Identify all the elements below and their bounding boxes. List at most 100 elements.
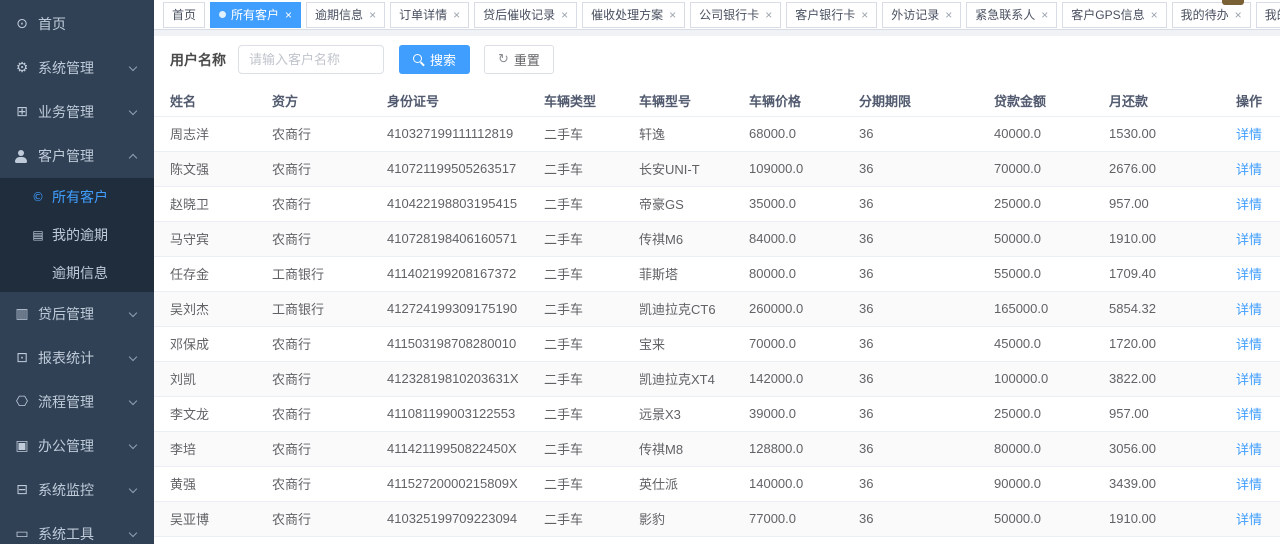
cell-installment_term: 36 [859, 116, 994, 151]
tab-home[interactable]: 首页 [163, 2, 205, 28]
cell-vehicle_price: 68000.0 [749, 116, 859, 151]
tab-visit-records[interactable]: 外访记录 × [882, 2, 961, 28]
sidebar-item-system-monitor[interactable]: ⊟系统监控 [0, 468, 154, 512]
tab-customer-gps[interactable]: 客户GPS信息 × [1062, 2, 1166, 28]
detail-link[interactable]: 详情 [1236, 267, 1262, 282]
close-icon[interactable]: × [1235, 9, 1242, 21]
search-input[interactable] [238, 45, 384, 74]
cell-monthly_payment: 3822.00 [1109, 361, 1200, 396]
sidebar-item-system-mgmt[interactable]: ⚙系统管理 [0, 46, 154, 90]
tab-company-card[interactable]: 公司银行卡× [690, 2, 781, 28]
close-icon[interactable]: × [369, 9, 376, 21]
sidebar-item-business-mgmt[interactable]: ⊞业务管理 [0, 90, 154, 134]
cell-monthly_payment: 1720.00 [1109, 326, 1200, 361]
cell-funder: 农商行 [272, 116, 387, 151]
tab-customer-card[interactable]: 客户银行卡× [786, 2, 877, 28]
detail-link[interactable]: 详情 [1236, 512, 1262, 527]
sidebar-item-system-tools[interactable]: ▭系统工具 [0, 512, 154, 544]
cell-name: 赵晓卫 [154, 186, 272, 221]
tab-collect-records[interactable]: 贷后催收记录× [474, 2, 577, 28]
cell-id_number: 410422198803195415 [387, 186, 544, 221]
cell-vehicle_price: 142000.0 [749, 361, 859, 396]
cell-id_number: 410322199011220514 [387, 536, 544, 544]
close-icon[interactable]: × [765, 9, 772, 21]
detail-link[interactable]: 详情 [1236, 197, 1262, 212]
cell-vehicle_model: 远景X3 [639, 396, 749, 431]
table-row: 李明阳农商行410322199011220514二手车轩逸65000.03640… [154, 536, 1280, 544]
cell-vehicle_type: 二手车 [544, 186, 639, 221]
tab-collect-plan[interactable]: 催收处理方案× [582, 2, 685, 28]
tab-label: 我的待办 [1181, 6, 1229, 23]
detail-link[interactable]: 详情 [1236, 407, 1262, 422]
cell-installment_term: 36 [859, 186, 994, 221]
tab-label: 逾期信息 [315, 6, 363, 23]
tab-label: 首页 [172, 6, 196, 23]
close-icon[interactable]: × [669, 9, 676, 21]
cell-installment_term: 36 [859, 221, 994, 256]
sidebar-item-office-mgmt[interactable]: ▣办公管理 [0, 424, 154, 468]
detail-link[interactable]: 详情 [1236, 127, 1262, 142]
tab-my-todo[interactable]: 我的待办 × [1172, 2, 1251, 28]
close-icon[interactable]: × [1041, 9, 1048, 21]
sidebar-item-home[interactable]: ⊙首页 [0, 2, 154, 46]
cell-vehicle_model: 传祺M6 [639, 221, 749, 256]
detail-link[interactable]: 详情 [1236, 442, 1262, 457]
cell-name: 黄强 [154, 466, 272, 501]
cell-action: 详情 [1200, 501, 1280, 536]
cell-vehicle_price: 70000.0 [749, 326, 859, 361]
column-header-action: 操作 [1200, 86, 1280, 116]
close-icon[interactable]: × [861, 9, 868, 21]
close-icon[interactable]: × [285, 9, 292, 21]
detail-link[interactable]: 详情 [1236, 372, 1262, 387]
cell-installment_term: 36 [859, 151, 994, 186]
close-icon[interactable]: × [561, 9, 568, 21]
tab-label: 客户GPS信息 [1071, 6, 1144, 23]
sidebar-item-process-mgmt[interactable]: ⎔流程管理 [0, 380, 154, 424]
detail-link[interactable]: 详情 [1236, 302, 1262, 317]
detail-link[interactable]: 详情 [1236, 232, 1262, 247]
user-icon [14, 150, 30, 163]
close-icon[interactable]: × [453, 9, 460, 21]
cell-id_number: 411402199208167372 [387, 256, 544, 291]
cell-loan_amount: 90000.0 [994, 466, 1109, 501]
cell-name: 李文龙 [154, 396, 272, 431]
search-button[interactable]: 搜索 [399, 45, 470, 74]
cell-loan_amount: 165000.0 [994, 291, 1109, 326]
reset-button[interactable]: ↻ 重置 [484, 45, 554, 74]
close-icon[interactable]: × [945, 9, 952, 21]
cell-vehicle_type: 二手车 [544, 501, 639, 536]
cell-vehicle_type: 二手车 [544, 151, 639, 186]
cell-vehicle_type: 二手车 [544, 116, 639, 151]
cell-installment_term: 36 [859, 501, 994, 536]
chevron-down-icon [129, 107, 137, 115]
sidebar-item-overdue-info[interactable]: 逾期信息 [0, 254, 154, 292]
cell-monthly_payment: 5854.32 [1109, 291, 1200, 326]
sidebar-item-report-stats[interactable]: ⊡报表统计 [0, 336, 154, 380]
sidebar-item-customer-mgmt[interactable]: 客户管理 [0, 134, 154, 178]
detail-link[interactable]: 详情 [1236, 477, 1262, 492]
search-icon [413, 54, 425, 66]
close-icon[interactable]: × [1151, 9, 1158, 21]
cell-loan_amount: 40000.0 [994, 116, 1109, 151]
sidebar-item-my-overdue[interactable]: ▤我的逾期 [0, 216, 154, 254]
tab-overdue-info[interactable]: 逾期信息 × [306, 2, 385, 28]
cell-vehicle_price: 65000.0 [749, 536, 859, 544]
user-avatar[interactable] [1222, 0, 1244, 5]
tab-order-detail[interactable]: 订单详情× [390, 2, 469, 28]
tab-label: 紧急联系人 [975, 6, 1035, 23]
cell-vehicle_price: 128800.0 [749, 431, 859, 466]
detail-link[interactable]: 详情 [1236, 337, 1262, 352]
sidebar-item-label: 系统监控 [38, 480, 94, 500]
sidebar-item-post-loan-mgmt[interactable]: ▥贷后管理 [0, 292, 154, 336]
table-row: 邓保成农商行411503198708280010二手车宝来70000.03645… [154, 326, 1280, 361]
tab-my-process[interactable]: 我的流程× [1256, 2, 1280, 28]
cell-loan_amount: 25000.0 [994, 396, 1109, 431]
sidebar-item-all-customers[interactable]: ©所有客户 [0, 178, 154, 216]
column-header-monthly_payment: 月还款 [1109, 86, 1200, 116]
table-row: 任存金工商银行411402199208167372二手车菲斯塔80000.036… [154, 256, 1280, 291]
tab-label: 外访记录 [891, 6, 939, 23]
cell-monthly_payment: 1709.40 [1109, 256, 1200, 291]
tab-emergency-contact[interactable]: 紧急联系人 × [966, 2, 1057, 28]
detail-link[interactable]: 详情 [1236, 162, 1262, 177]
tab-all-customers[interactable]: 所有客户× [210, 2, 301, 28]
